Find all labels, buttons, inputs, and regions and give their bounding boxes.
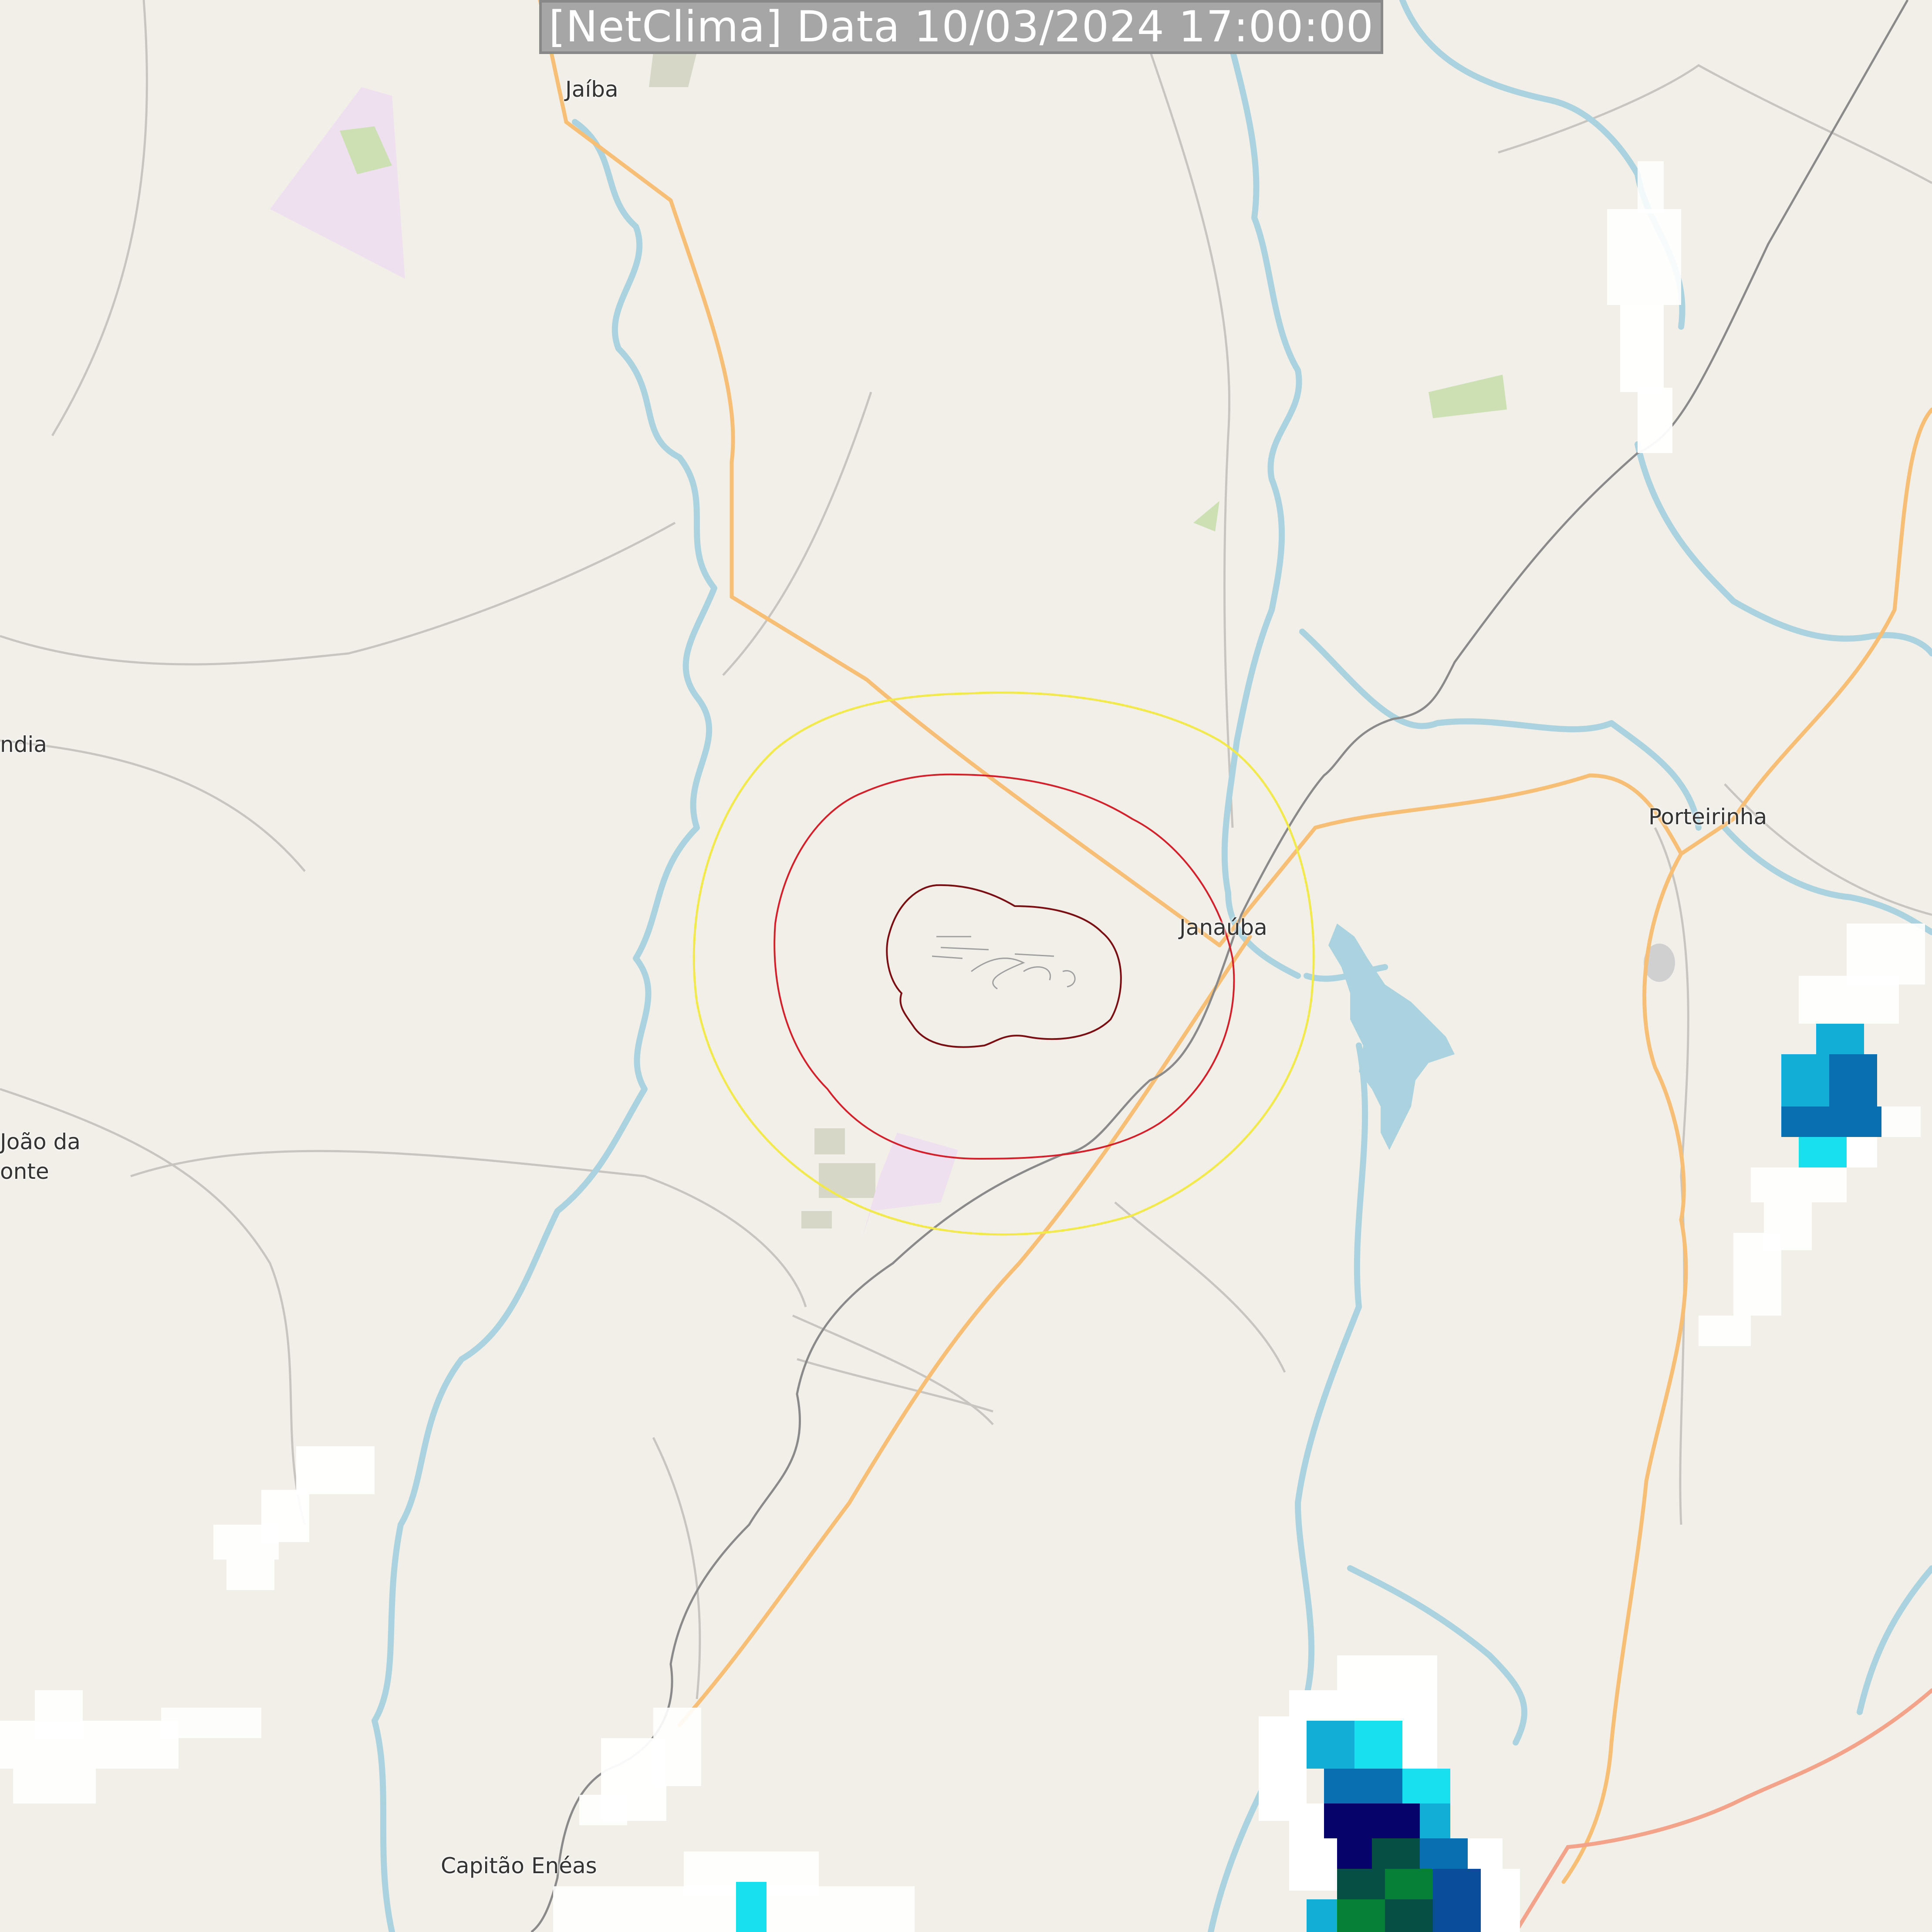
- place-label-porteirinha: Porteirinha: [1648, 804, 1767, 829]
- place-label-jaiba: Jaíba: [565, 77, 618, 102]
- place-label-onte: onte: [0, 1159, 49, 1184]
- place-label-joao-da: João da: [0, 1129, 81, 1154]
- place-label-capitao-eneas: Capitão Enéas: [441, 1853, 597, 1878]
- timestamp-text: [NetClima] Data 10/03/2024 17:00:00: [548, 2, 1374, 52]
- place-label-janauba: Janaúba: [1179, 915, 1267, 940]
- timestamp-banner: [NetClima] Data 10/03/2024 17:00:00: [539, 0, 1383, 54]
- place-label-ndia: ndia: [0, 732, 47, 757]
- radar-map[interactable]: [0, 0, 1932, 1932]
